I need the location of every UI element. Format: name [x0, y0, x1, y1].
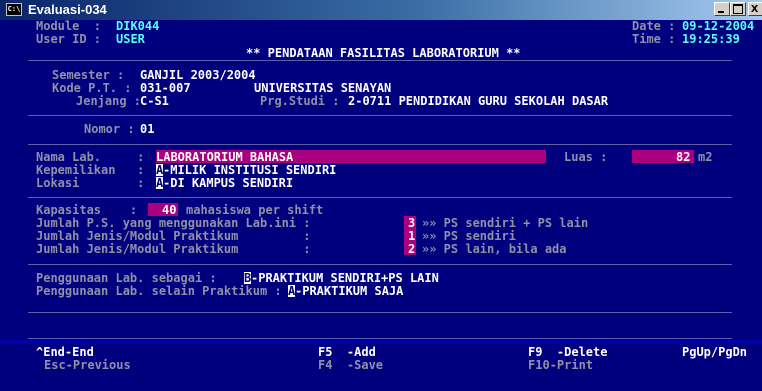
- f10-print-key[interactable]: F10-Print: [528, 359, 593, 371]
- console-window: C:\ Evaluasi-034 Module : DIK044 User ID…: [0, 0, 762, 391]
- pgup-pgdn-key[interactable]: PgUp/PgDn: [682, 346, 747, 358]
- divider: [28, 338, 732, 339]
- nama-lab-input[interactable]: LABORATORIUM BAHASA: [156, 151, 293, 163]
- user-value: USER: [116, 32, 145, 46]
- luas-input[interactable]: 82: [676, 151, 690, 163]
- date-label: Date :: [632, 19, 676, 33]
- divider: [28, 115, 732, 116]
- title-bar[interactable]: C:\ Evaluasi-034: [0, 0, 762, 20]
- time-label: Time :: [632, 32, 676, 46]
- close-button[interactable]: [748, 0, 762, 16]
- luas-label: Luas :: [564, 150, 608, 164]
- end-key[interactable]: ^End-End: [36, 346, 94, 358]
- kapasitas-label: Kapasitas :: [36, 203, 138, 217]
- jumlah-modul-lain-label: Jumlah Jenis/Modul Praktikum :: [36, 242, 311, 256]
- prodi-value: 2-0711 PENDIDIKAN GURU SEKOLAH DASAR: [348, 94, 609, 108]
- jumlah-ps-label: Jumlah P.S. yang menggunakan Lab.ini :: [36, 216, 311, 230]
- penggunaan-label: Penggunaan Lab. sebagai :: [36, 271, 217, 285]
- jumlah-modul-sendiri-note: »» PS sendiri: [422, 229, 516, 243]
- jumlah-ps-note: »» PS sendiri + PS lain: [422, 216, 589, 230]
- kepemilikan-text: -MILIK INSTITUSI SENDIRI: [163, 163, 337, 177]
- jumlah-modul-lain-input[interactable]: 2: [408, 243, 415, 255]
- lokasi-label: Lokasi :: [36, 176, 145, 190]
- screen-title: ** PENDATAAN FASILITAS LABORATORIUM **: [246, 46, 521, 60]
- kode-pt-label: Kode P.T. :: [52, 81, 132, 95]
- nomor-input[interactable]: 01: [140, 123, 154, 135]
- nomor-label: Nomor :: [84, 122, 135, 136]
- user-label: User ID :: [36, 32, 102, 46]
- lokasi-text: -DI KAMPUS SENDIRI: [163, 176, 294, 190]
- semester-label: Semester :: [52, 68, 125, 82]
- maximize-button[interactable]: [730, 2, 746, 16]
- minimize-button[interactable]: [714, 2, 730, 16]
- divider: [28, 312, 732, 313]
- penggunaan-text: -PRAKTIKUM SENDIRI+PS LAIN: [251, 271, 439, 285]
- luas-unit: m2: [698, 150, 713, 164]
- nama-lab-label: Nama Lab. :: [36, 150, 145, 164]
- module-label: Module :: [36, 19, 102, 33]
- time-value: 19:25:39: [682, 32, 740, 46]
- footer-bar: [0, 340, 762, 344]
- module-value: DIK044: [116, 19, 160, 33]
- divider: [28, 144, 732, 145]
- divider: [28, 264, 732, 265]
- dos-screen: Module : DIK044 User ID : USER Date : 09…: [0, 20, 762, 391]
- window-title: Evaluasi-034: [28, 2, 107, 17]
- jumlah-modul-sendiri-input[interactable]: 1: [408, 230, 415, 242]
- jumlah-modul-sendiri-label: Jumlah Jenis/Modul Praktikum :: [36, 229, 311, 243]
- divider: [28, 60, 732, 61]
- penggunaan-lain-text: -PRAKTIKUM SAJA: [295, 284, 404, 298]
- date-value: 09-12-2004: [682, 19, 755, 33]
- jumlah-ps-input[interactable]: 3: [408, 217, 415, 229]
- semester-value: GANJIL 2003/2004: [140, 68, 256, 82]
- penggunaan-lain-label: Penggunaan Lab. selain Praktikum :: [36, 284, 282, 298]
- f9-delete-key[interactable]: F9 -Delete: [528, 346, 607, 358]
- jumlah-modul-lain-note: »» PS lain, bila ada: [422, 242, 567, 256]
- jenjang-value: C-S1: [140, 94, 169, 108]
- pt-name: UNIVERSITAS SENAYAN: [254, 81, 392, 95]
- kepemilikan-label: Kepemilikan :: [36, 163, 145, 177]
- kapasitas-input[interactable]: 40: [162, 204, 176, 216]
- jenjang-label: Jenjang :: [76, 94, 142, 108]
- f4-save-key[interactable]: F4 -Save: [318, 359, 383, 371]
- prodi-label: Prg.Studi :: [260, 94, 340, 108]
- kapasitas-unit: mahasiswa per shift: [186, 203, 324, 217]
- esc-key[interactable]: Esc-Previous: [44, 359, 131, 371]
- console-icon: C:\: [6, 3, 22, 16]
- kode-pt-value: 031-007: [140, 81, 191, 95]
- f5-add-key[interactable]: F5 -Add: [318, 346, 376, 358]
- divider: [28, 197, 732, 198]
